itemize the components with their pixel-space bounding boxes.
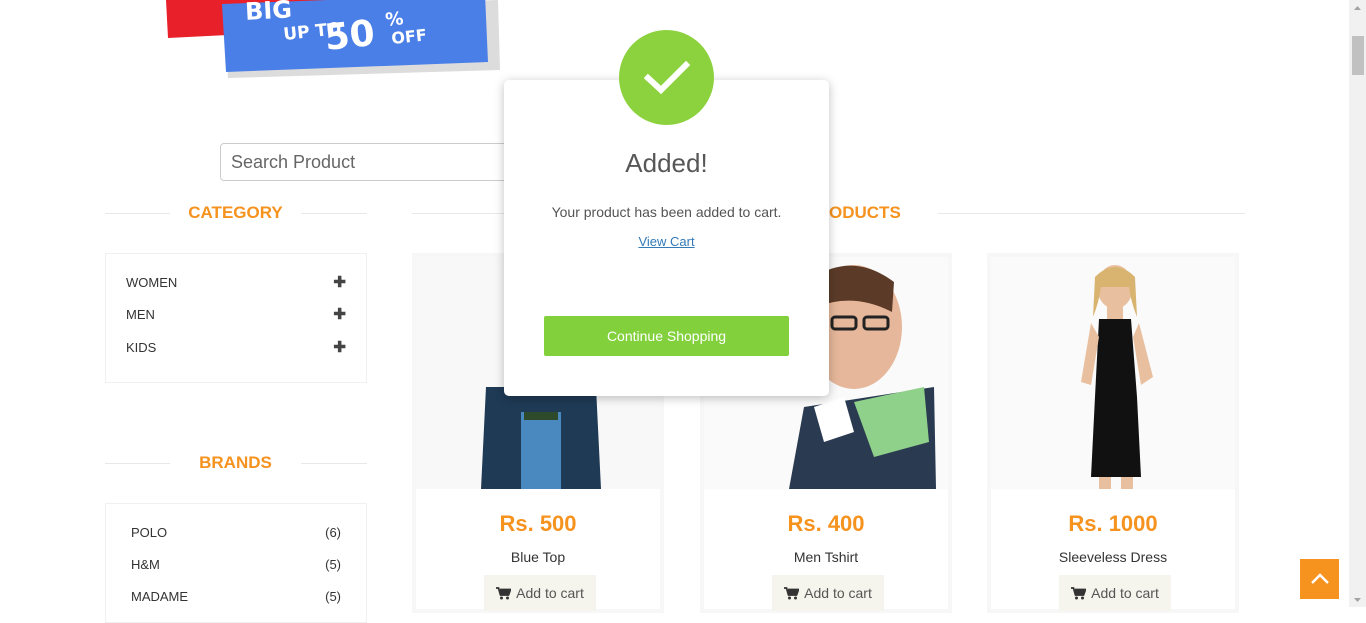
product-price: Rs. 1000 [1068, 511, 1158, 536]
cart-icon [496, 586, 512, 599]
chevron-up-icon [1310, 573, 1329, 584]
category-item-women[interactable]: WOMEN ✚ [126, 273, 346, 293]
search-input[interactable] [220, 143, 520, 181]
product-image-sleeveless-dress [991, 257, 1235, 489]
brands-panel: POLO (6) H&M (5) MADAME (5) [105, 503, 367, 623]
add-to-cart-label: Add to cart [1091, 585, 1159, 601]
add-to-cart-button[interactable]: Add to cart [772, 575, 884, 611]
brand-item-label: POLO [131, 525, 168, 540]
brand-item-hm[interactable]: H&M (5) [131, 555, 341, 575]
brand-item-count: (5) [325, 557, 341, 572]
brand-item-polo[interactable]: POLO (6) [131, 523, 341, 543]
brand-item-label: MADAME [131, 589, 189, 604]
product-name: Sleeveless Dress [1058, 549, 1168, 565]
brands-divider-left [105, 463, 170, 464]
scroll-to-top-button[interactable] [1300, 559, 1339, 599]
category-item-label: KIDS [126, 340, 157, 355]
success-check-icon [619, 30, 714, 125]
banner-off-text: OFF [390, 25, 427, 48]
category-item-label: WOMEN [126, 275, 178, 290]
category-panel: WOMEN ✚ MEN ✚ KIDS ✚ [105, 253, 367, 383]
plus-icon[interactable]: ✚ [333, 338, 346, 358]
product-price: Rs. 500 [499, 511, 577, 536]
cart-icon [784, 586, 800, 599]
page-scrollbar[interactable] [1349, 0, 1366, 607]
cart-icon [1071, 586, 1087, 599]
category-item-kids[interactable]: KIDS ✚ [126, 338, 346, 358]
brands-heading: BRANDS [199, 453, 272, 472]
products-heading: ODUCTS [829, 203, 901, 222]
modal-message: Your product has been added to cart. [551, 204, 782, 220]
products-divider-right [938, 213, 1245, 214]
scroll-down-arrow-icon[interactable] [1349, 595, 1366, 605]
category-item-men[interactable]: MEN ✚ [126, 305, 346, 325]
plus-icon[interactable]: ✚ [333, 273, 346, 293]
checkmark-icon [643, 60, 690, 94]
brands-divider-right [301, 463, 367, 464]
category-divider-right [301, 213, 367, 214]
category-divider-left [105, 213, 170, 214]
add-to-cart-button[interactable]: Add to cart [1059, 575, 1171, 611]
products-divider-left [412, 213, 504, 214]
product-name: Blue Top [510, 549, 566, 565]
brand-item-madame[interactable]: MADAME (5) [131, 587, 341, 607]
view-cart-link[interactable]: View Cart [504, 234, 829, 249]
product-image[interactable] [991, 257, 1235, 489]
add-to-cart-label: Add to cart [516, 585, 584, 601]
category-heading: CATEGORY [188, 203, 283, 222]
added-modal: Added! Your product has been added to ca… [504, 80, 829, 396]
add-to-cart-button[interactable]: Add to cart [484, 575, 596, 611]
add-to-cart-label: Add to cart [804, 585, 872, 601]
product-name: Men Tshirt [793, 549, 859, 565]
sale-banner: BIG UP TO 50 % OFF [160, 0, 505, 80]
sale-banner-graphic: BIG UP TO 50 % OFF [166, 0, 500, 78]
category-item-label: MEN [126, 307, 155, 322]
product-card: Rs. 1000 Sleeveless Dress Add to cart [987, 253, 1239, 613]
plus-icon[interactable]: ✚ [333, 305, 346, 325]
modal-title: Added! [625, 148, 708, 178]
brand-item-count: (6) [325, 525, 341, 540]
scroll-up-arrow-icon[interactable] [1349, 3, 1366, 13]
scrollbar-thumb[interactable] [1352, 36, 1364, 75]
svg-text:BIG: BIG [244, 0, 292, 26]
continue-shopping-button[interactable]: Continue Shopping [544, 316, 789, 356]
brand-item-count: (5) [325, 589, 341, 604]
product-price: Rs. 400 [787, 511, 865, 536]
banner-percent: 50 [323, 13, 377, 59]
brand-item-label: H&M [131, 557, 160, 572]
